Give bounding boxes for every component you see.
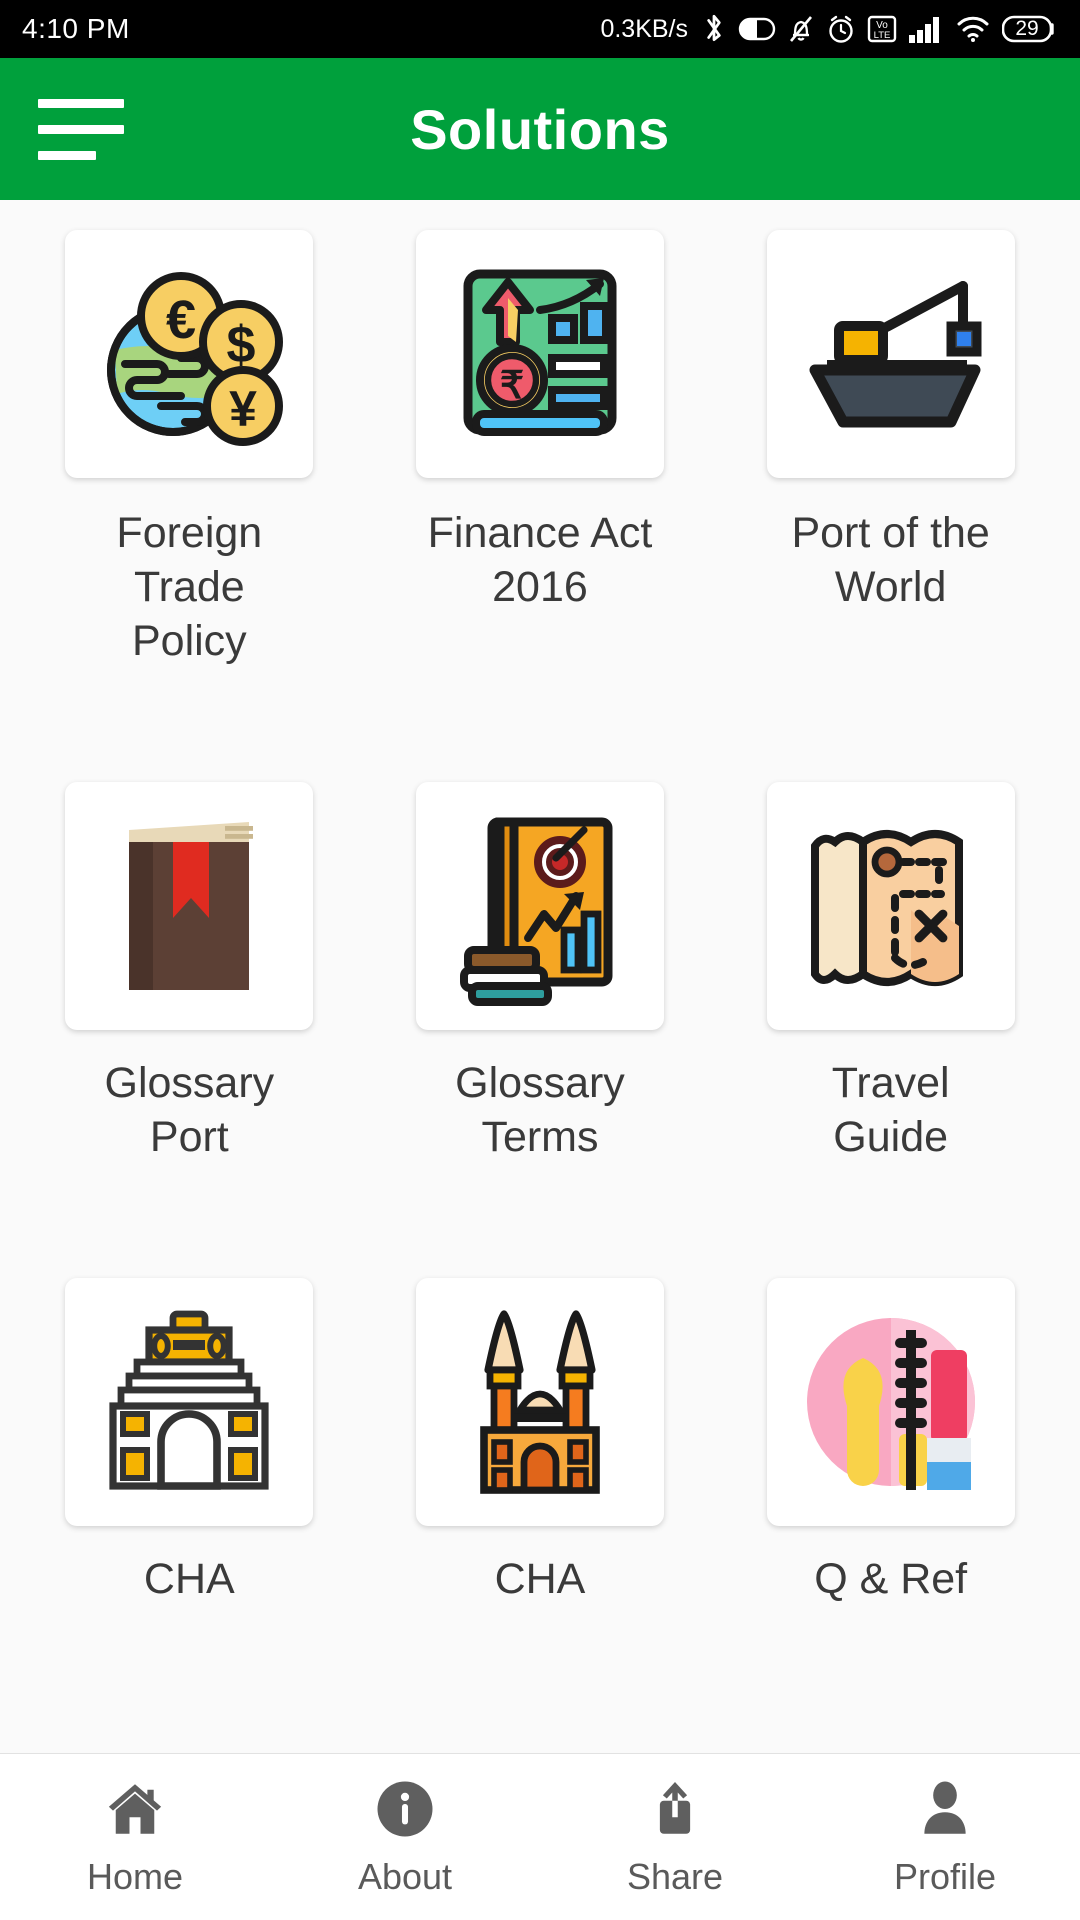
grid-item-card[interactable]: ₹	[415, 230, 664, 478]
nav-label: About	[357, 1856, 453, 1897]
hamburger-line	[38, 98, 124, 108]
nav-item-home[interactable]: Home	[0, 1776, 270, 1898]
grid-item-qa-reference[interactable]: Q & Ref	[715, 1278, 1066, 1720]
grid-item-card[interactable]: € $ ¥	[65, 230, 314, 478]
nav-label: Home	[86, 1856, 184, 1897]
app-root: 4:10 PM 0.3KB/s Vo LTE 29 Solutions € $ …	[0, 0, 1080, 1920]
gateway-of-india-icon	[480, 1310, 600, 1494]
label-line: Glossary	[455, 1059, 625, 1108]
grid-item-label: Glossary Port	[64, 1056, 314, 1164]
nav-label: Profile	[893, 1856, 997, 1897]
grid-item-label: Foreign Trade Policy	[64, 506, 314, 669]
nav-item-profile[interactable]: Profile	[810, 1776, 1080, 1898]
grid-item-label: Port of the World	[766, 506, 1016, 614]
info-circle-icon	[377, 1781, 433, 1837]
dnd-icon	[738, 14, 776, 44]
label-line: Q & Ref	[814, 1555, 968, 1604]
svg-text:₹: ₹	[500, 365, 524, 407]
home-icon	[108, 1784, 162, 1834]
grid-item-port-of-the-world[interactable]: Port of the World	[715, 230, 1066, 782]
wifi-icon	[955, 14, 991, 44]
nav-item-about[interactable]: About	[270, 1776, 540, 1898]
finance-book-chart-icon: ₹	[463, 269, 617, 436]
grid-item-cha-gateway-of-india[interactable]: CHA	[365, 1278, 716, 1720]
grid-item-label: Finance Act 2016	[415, 506, 665, 614]
hamburger-line	[38, 124, 124, 134]
label-line: Port of the	[791, 509, 990, 557]
label-line: Terms	[481, 1113, 599, 1162]
label-line: CHA	[143, 1555, 235, 1604]
svg-text:LTE: LTE	[874, 30, 891, 41]
globe-currency-coins-icon: € $ ¥	[107, 272, 284, 446]
label-line: Policy	[131, 617, 247, 666]
grid-item-card[interactable]	[65, 1278, 314, 1527]
grid-item-foreign-trade-policy[interactable]: € $ ¥ Foreign Trade Policy	[14, 230, 365, 782]
grid-item-card[interactable]	[415, 1278, 664, 1527]
label-line: CHA	[494, 1555, 586, 1604]
label-line: Glossary	[104, 1059, 275, 1108]
brown-book-bookmark-icon	[129, 822, 254, 991]
grid-item-label: Travel Guide	[766, 1056, 1016, 1164]
grid-item-travel-guide[interactable]: Travel Guide	[715, 782, 1066, 1278]
battery-icon: 29	[1002, 13, 1058, 45]
page-title: Solutions	[410, 97, 670, 161]
person-icon	[924, 1781, 966, 1834]
bottom-navigation-bar: Home About Share Profile	[0, 1753, 1080, 1920]
label-line: Finance Act	[427, 509, 653, 557]
grid-item-finance-act-2016[interactable]: ₹ Finance Act 2016	[365, 230, 716, 782]
label-line: Travel	[831, 1059, 950, 1108]
makeup-cosmetics-circle-icon	[806, 1318, 975, 1491]
label-line: Port	[149, 1113, 229, 1162]
india-gate-monument-icon	[109, 1310, 269, 1490]
grid-item-label: CHA	[415, 1552, 665, 1606]
grid-item-glossary-port[interactable]: Glossary Port	[14, 782, 365, 1278]
grid-item-label: Glossary Terms	[415, 1056, 665, 1164]
svg-text:$: $	[227, 316, 256, 374]
label-line: Trade	[133, 563, 245, 612]
hamburger-line	[38, 150, 96, 160]
alarm-icon	[826, 13, 856, 45]
grid-item-card[interactable]	[415, 782, 664, 1031]
grid-item-card[interactable]	[65, 782, 314, 1031]
grid-item-label: CHA	[64, 1552, 314, 1606]
network-speed-label: 0.3KB/s	[600, 14, 688, 43]
bluetooth-icon	[701, 12, 727, 46]
app-bar: Solutions	[0, 58, 1080, 200]
orange-book-target-icon	[459, 817, 613, 1007]
nav-item-share[interactable]: Share	[540, 1776, 810, 1898]
label-line: 2016	[492, 563, 588, 612]
grid-item-glossary-terms[interactable]: Glossary Terms	[365, 782, 716, 1278]
treasure-map-icon	[810, 830, 963, 987]
status-bar: 4:10 PM 0.3KB/s Vo LTE 29	[0, 0, 1080, 58]
grid-item-card[interactable]	[766, 230, 1015, 478]
mute-bell-icon	[787, 13, 815, 45]
signal-icon	[908, 14, 944, 44]
solutions-grid: € $ ¥ Foreign Trade Policy ₹ Finance Act…	[0, 200, 1080, 1720]
grid-item-card[interactable]	[766, 782, 1015, 1031]
battery-percent-label: 29	[1015, 17, 1039, 40]
nav-label: Share	[626, 1856, 724, 1897]
label-line: Guide	[833, 1113, 949, 1162]
svg-text:€: €	[166, 290, 196, 350]
status-bar-time: 4:10 PM	[22, 13, 130, 44]
grid-item-cha-india-gate[interactable]: CHA	[14, 1278, 365, 1720]
hamburger-menu-icon[interactable]	[38, 94, 134, 164]
grid-item-label: Q & Ref	[766, 1552, 1016, 1606]
svg-text:¥: ¥	[229, 381, 257, 437]
cargo-ship-crane-icon	[809, 281, 982, 428]
status-bar-icons: 0.3KB/s Vo LTE 29	[600, 12, 1058, 46]
volte-icon: Vo LTE	[867, 13, 897, 45]
label-line: Foreign	[116, 509, 263, 557]
label-line: World	[834, 563, 947, 612]
share-upload-icon	[659, 1782, 691, 1834]
grid-item-card[interactable]	[766, 1278, 1015, 1527]
